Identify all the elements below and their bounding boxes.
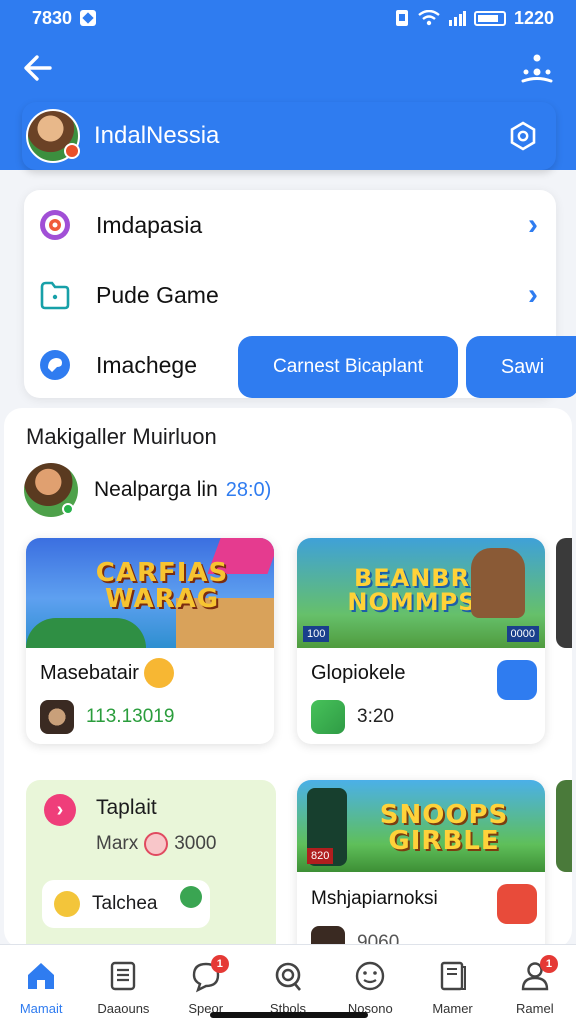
profile-header[interactable]: IndalNessia — [22, 102, 556, 170]
next-card-peek — [556, 538, 572, 648]
menu-item-imachege[interactable]: Imachege — [24, 330, 224, 400]
check-badge-icon — [180, 886, 202, 908]
profile-avatar[interactable] — [26, 109, 80, 163]
game-thumbnail: CARFIAS WARAG — [26, 538, 274, 648]
game-card[interactable]: SNOOPS GIRBLE 820 Mshjapiarnoksi 9060 — [297, 780, 545, 948]
user-time: 28:0) — [225, 478, 272, 501]
menu-item-imdapasia[interactable]: Imdapasia › — [24, 190, 556, 260]
game-thumb-title: SNOOPS GIRBLE — [379, 800, 509, 856]
menu-card: Imdapasia › Pude Game › Imachege Carnest… — [24, 190, 576, 400]
profile-name: IndalNessia — [94, 122, 220, 149]
chevron-right-icon: › — [528, 208, 538, 241]
menu-item-label: Imdapasia — [96, 211, 203, 238]
user-row[interactable]: Nealparga lin 28:0) — [24, 462, 271, 518]
nav-label: Mamait — [19, 1001, 63, 1016]
nav-item-ramel[interactable]: 1 Ramel — [494, 945, 576, 1024]
game-thumb-title: CARFIAS WARAG — [95, 558, 229, 614]
promo-pill-label: Talchea — [92, 893, 158, 914]
arrow-left-icon — [24, 55, 52, 81]
avatar-badge — [64, 143, 80, 159]
user-name: Nealparga lin — [94, 478, 218, 501]
search-icon — [275, 962, 301, 991]
chevron-right-icon: › — [528, 278, 538, 311]
game-name: Mshjapiarnoksi — [311, 888, 438, 909]
notification-badge: 1 — [210, 955, 229, 973]
game-badge-icon: › — [44, 794, 76, 826]
status-clock: 1220 — [513, 7, 554, 28]
signal-icon — [448, 11, 466, 26]
status-time: 7830 — [32, 7, 73, 28]
book-icon — [440, 961, 466, 991]
overflow-menu-icon — [521, 54, 553, 83]
target-icon — [40, 210, 70, 240]
home-icon — [28, 963, 55, 989]
back-button[interactable] — [20, 50, 58, 88]
user-avatar[interactable] — [24, 463, 78, 517]
home-indicator[interactable] — [210, 1012, 368, 1018]
game-tag: 820 — [307, 848, 334, 864]
games-section: Makigaller Muirluon Nealparga lin 28:0) … — [4, 408, 572, 948]
more-button[interactable] — [518, 50, 556, 88]
online-indicator — [62, 503, 74, 515]
game-meta: 3:20 — [357, 706, 394, 727]
game-tag: 100 — [303, 626, 330, 642]
nav-label: Ramel — [516, 1001, 554, 1016]
game-tag: 0000 — [506, 626, 539, 642]
settings-button[interactable] — [508, 121, 538, 151]
section-title: Makigaller Muirluon — [26, 424, 217, 449]
chat-icon — [40, 350, 70, 380]
promo-title: Taplait — [96, 796, 157, 819]
nav-item-mamait[interactable]: Mamait — [0, 945, 82, 1024]
top-app-bar — [0, 46, 576, 92]
notification-icon — [80, 10, 97, 26]
emoji-icon — [54, 891, 80, 917]
nav-item-mamer[interactable]: Mamer — [411, 945, 493, 1024]
nav-item-daaouns[interactable]: Daaouns — [82, 945, 164, 1024]
game-name: Masebatair — [40, 662, 139, 684]
notification-badge: 1 — [539, 955, 558, 973]
document-icon — [111, 961, 136, 991]
game-thumb-title: BEANBR NOMMPS — [347, 564, 477, 616]
primary-action-button[interactable]: Carnest Bicaplant — [238, 336, 458, 398]
promo-sub-right: 3000 — [174, 833, 217, 854]
game-card[interactable]: BEANBR NOMMPS 100 0000 Glopiokele 3:20 — [297, 538, 545, 744]
game-thumbnail: SNOOPS GIRBLE 820 — [297, 780, 545, 872]
status-bar: 7830 1220 — [0, 0, 576, 36]
promo-pill[interactable]: Talchea — [42, 880, 210, 928]
game-thumbnail: BEANBR NOMMPS 100 0000 — [297, 538, 545, 648]
promo-sub-left: Marx — [96, 833, 139, 854]
nav-label: Daaouns — [97, 1001, 150, 1016]
sim-icon — [395, 10, 408, 26]
save-button[interactable]: Sawi — [466, 336, 576, 398]
nav-label: Mamer — [432, 1001, 473, 1016]
menu-item-label: Imachege — [96, 351, 198, 378]
game-meta: 113.13019 — [86, 706, 175, 727]
game-name: Glopiokele — [311, 662, 406, 684]
wifi-icon — [418, 10, 440, 26]
menu-item-pude-game[interactable]: Pude Game › — [24, 260, 556, 330]
game-card[interactable]: CARFIAS WARAG Masebatair 113.13019 — [26, 538, 274, 744]
smiley-icon — [356, 961, 385, 991]
battery-icon — [473, 10, 506, 26]
hexagon-settings-icon — [510, 121, 536, 151]
face-icon — [144, 832, 169, 856]
next-card-peek — [556, 780, 572, 872]
mini-avatar — [40, 700, 74, 734]
emoji-icon — [497, 884, 537, 924]
promo-card[interactable]: › Taplait Marx 3000 Talchea — [26, 780, 276, 948]
mini-game-icon — [311, 700, 345, 734]
folder-icon — [40, 281, 70, 310]
menu-item-label: Pude Game — [96, 281, 219, 308]
app-icon[interactable] — [497, 660, 537, 700]
emoji-icon — [144, 658, 174, 688]
